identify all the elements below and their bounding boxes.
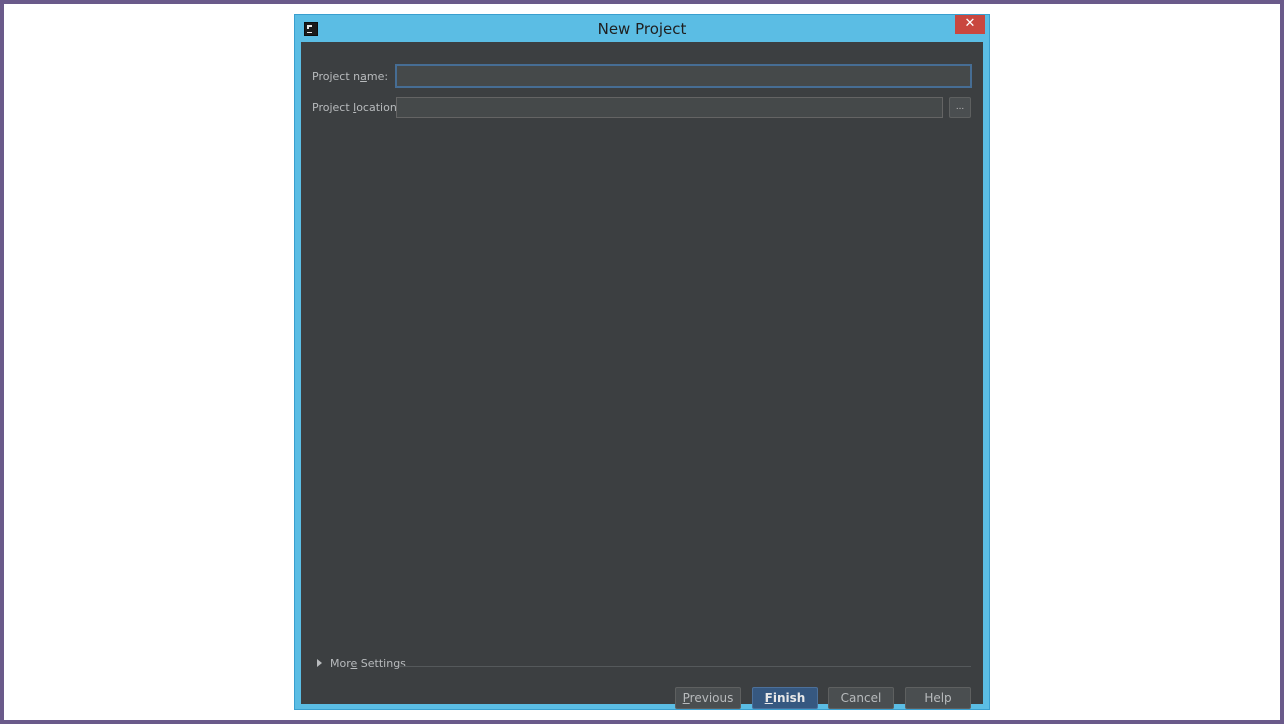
more-settings-label-text: Mor — [330, 657, 351, 670]
desktop-background: New Project ✕ Project name: Project loca… — [4, 4, 1280, 720]
more-settings-separator — [399, 666, 971, 667]
help-button[interactable]: Help — [905, 687, 971, 709]
browse-location-button[interactable]: ... — [949, 97, 971, 118]
project-location-label: Project location: — [312, 101, 401, 114]
finish-button[interactable]: Finish — [752, 687, 818, 709]
window-title: New Project — [597, 20, 687, 38]
expand-triangle-icon[interactable] — [317, 659, 322, 667]
finish-button-mnemonic: F — [764, 691, 773, 705]
previous-button-text: revious — [689, 691, 734, 705]
project-name-label-text-end: me: — [366, 70, 389, 83]
more-settings-label-text-end: Settings — [357, 657, 406, 670]
project-location-label-text: Project — [312, 101, 354, 114]
finish-button-text: inish — [772, 691, 806, 705]
project-location-input[interactable] — [396, 97, 943, 118]
title-bar[interactable]: New Project ✕ — [295, 15, 989, 45]
dialog-content: Project name: Project location: ... More… — [301, 42, 983, 709]
project-name-label-text: Project n — [312, 70, 361, 83]
cancel-button[interactable]: Cancel — [828, 687, 894, 709]
new-project-dialog: New Project ✕ Project name: Project loca… — [294, 14, 990, 710]
project-name-input[interactable] — [395, 64, 972, 88]
previous-button-mnemonic: P — [682, 691, 690, 705]
project-name-label-mnemonic: a — [360, 70, 367, 83]
more-settings-label[interactable]: More Settings — [330, 657, 406, 670]
more-settings-toggle[interactable]: More Settings — [315, 656, 971, 672]
project-name-label: Project name: — [312, 70, 388, 83]
previous-button[interactable]: Previous — [675, 687, 741, 709]
close-button[interactable]: ✕ — [955, 15, 985, 34]
project-location-label-text-end: ocation: — [356, 101, 401, 114]
